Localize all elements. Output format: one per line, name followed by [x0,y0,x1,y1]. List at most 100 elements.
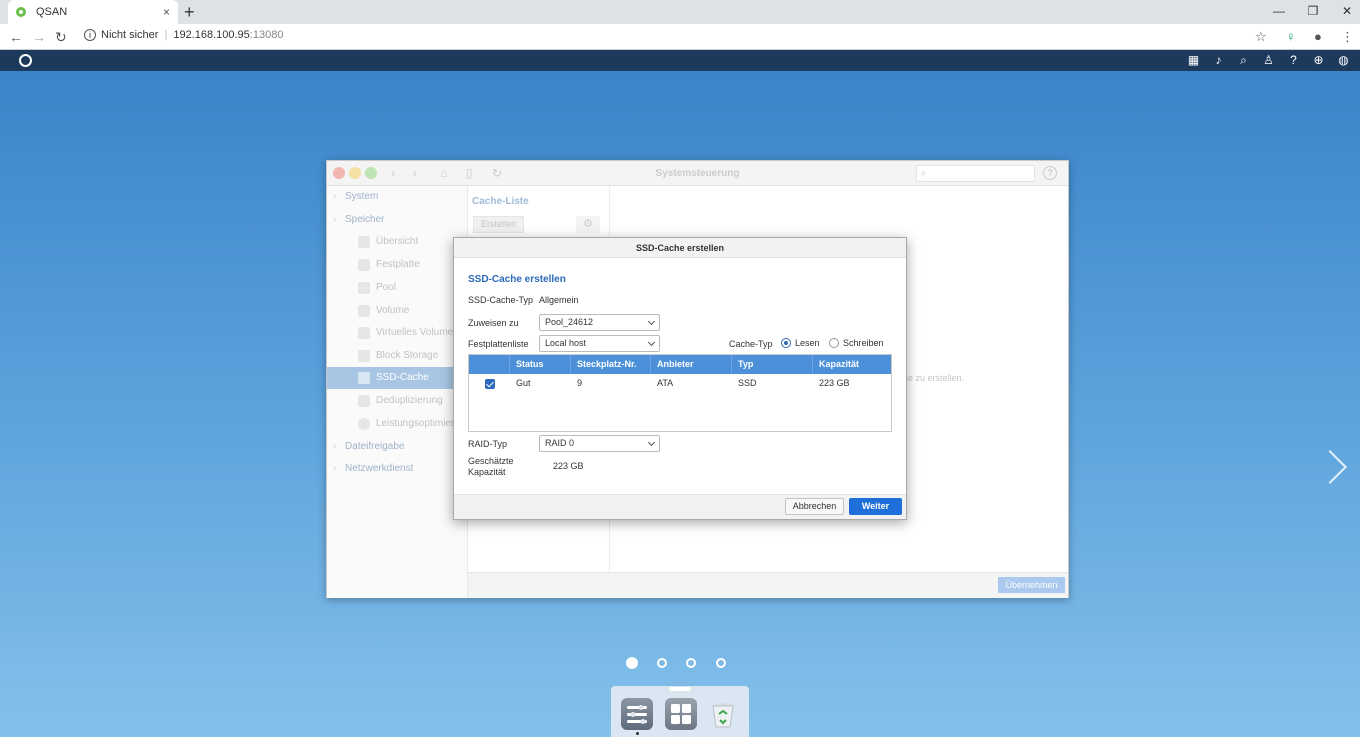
cache-list-title: Cache-Liste [472,196,529,207]
disk-list-label: Festplattenliste [468,339,529,349]
apps-launcher-icon[interactable] [665,698,697,730]
bookmark-star-icon[interactable]: ☆ [1255,28,1267,46]
desktop-page-indicator [0,657,1360,670]
page-dot-2[interactable] [657,658,667,668]
control-panel-titlebar: ‹ › ⌂ ▯ ↻ Systemsteuerung ⌕ ? [327,161,1068,186]
page-dot-4[interactable] [716,658,726,668]
reload-icon[interactable]: ↻ [55,28,67,46]
security-label: Nicht sicher [101,29,159,41]
cell-capacity: 223 GB [819,378,850,388]
cache-mode-write-radio[interactable]: Schreiben [829,338,884,348]
sidebar-item-disk[interactable]: Festplatte [327,254,468,276]
sidebar-item-ssd-cache[interactable]: SSD-Cache [327,367,468,389]
radio-unchecked-icon [829,338,839,348]
cache-mode-read-radio[interactable]: Lesen [781,338,820,348]
help-icon[interactable]: ? [1283,52,1304,69]
assign-pool-select[interactable]: Pool_24612 [539,314,660,331]
dialog-heading: SSD-Cache erstellen [468,274,566,285]
volume-icon [358,305,370,317]
disk-list-value: Local host [545,338,587,348]
cancel-button[interactable]: Abbrechen [785,498,844,515]
control-panel-sidebar: System Speicher Übersicht Festplatte Poo… [327,186,468,598]
cell-status: Gut [516,378,531,388]
menu-icon[interactable]: ⋮ [1341,28,1354,46]
sidebar-item-block-storage[interactable]: Block Storage [327,345,468,367]
user-icon[interactable]: ♙ [1258,52,1279,69]
url-host: 192.168.100.95 [173,29,250,41]
running-indicator [636,732,639,735]
extension-key-icon[interactable]: ♀ [1286,28,1296,46]
new-tab-icon[interactable]: + [184,2,195,22]
estimated-capacity-value: 223 GB [553,461,584,471]
notification-bell-icon[interactable]: ♪ [1208,52,1229,69]
deduplication-icon [358,395,370,407]
sidebar-item-label: Übersicht [376,236,419,247]
pool-icon [358,282,370,294]
virtual-volume-icon [358,327,370,339]
sidebar-item-virtual-volume[interactable]: Virtuelles Volume [327,322,468,344]
column-capacity: Kapazität [812,355,891,374]
dock-handle[interactable] [669,687,691,691]
window-close-icon[interactable]: ✕ [1330,0,1360,24]
apps-grid-icon[interactable]: ▦ [1183,52,1204,69]
sidebar-item-pool[interactable]: Pool [327,277,468,299]
column-vendor: Anbieter [650,355,731,374]
control-panel-search-input[interactable]: ⌕ [916,165,1035,182]
write-label: Schreiben [843,338,884,348]
table-row[interactable]: Gut 9 ATA SSD 223 GB [469,374,891,393]
raid-type-label: RAID-Typ [468,439,508,449]
sidebar-item-label: Deduplizierung [376,395,443,406]
system-info-icon[interactable]: ◍ [1333,52,1354,69]
sidebar-item-volume[interactable]: Volume [327,300,468,322]
sidebar-item-file-sharing[interactable]: Dateifreigabe [327,436,468,458]
chevron-down-icon [647,317,656,326]
raid-type-select[interactable]: RAID 0 [539,435,660,452]
url-separator: | [164,29,168,41]
control-panel-app-icon[interactable] [621,698,653,730]
assign-label: Zuweisen zu [468,318,519,328]
gear-icon[interactable]: ⚙ [576,216,600,233]
minimize-icon[interactable]: — [1262,0,1296,24]
browser-tab-bar: QSAN × + — ❐ ✕ [0,0,1360,24]
sidebar-item-deduplication[interactable]: Deduplizierung [327,390,468,412]
page-dot-3[interactable] [686,658,696,668]
dialog-title: SSD-Cache erstellen [454,238,906,258]
next-page-arrow-icon[interactable] [1313,450,1347,484]
url-field[interactable]: i Nicht sicher | 192.168.100.95 :13080 [84,29,283,41]
address-bar: ← → ↻ i Nicht sicher | 192.168.100.95 :1… [0,24,1360,50]
row-checkbox[interactable] [485,379,495,389]
apply-button[interactable]: Übernehmen [998,577,1065,593]
column-slot: Steckplatz-Nr. [570,355,650,374]
tab-close-icon[interactable]: × [163,5,170,19]
disk-table-header: Status Steckplatz-Nr. Anbieter Typ Kapaz… [469,355,891,374]
disk-list-select[interactable]: Local host [539,335,660,352]
top-bar-icons: ▦ ♪ ⌕ ♙ ? ⊕ ◍ [1183,52,1354,69]
browser-tab[interactable]: QSAN × [8,0,178,24]
window-controls: — ❐ ✕ [1262,0,1360,24]
sidebar-item-label: Festplatte [376,259,420,270]
info-icon[interactable]: i [84,29,96,41]
sidebar-item-network[interactable]: Netzwerkdienst [327,458,468,480]
page-dot-1[interactable] [626,657,638,669]
create-cache-button[interactable]: Erstellen [473,216,524,233]
language-globe-icon[interactable]: ⊕ [1308,52,1329,69]
sidebar-item-performance[interactable]: Leistungsoptimierung [327,413,468,435]
qsan-favicon-icon [16,7,26,17]
next-button[interactable]: Weiter [849,498,902,515]
restore-icon[interactable]: ❐ [1296,0,1330,24]
sidebar-item-storage[interactable]: Speicher [327,209,468,231]
qsan-logo-icon[interactable] [19,54,32,67]
estimated-capacity-label-line2: Kapazität [468,467,506,477]
cell-type: SSD [738,378,757,388]
chevron-down-icon [647,338,656,347]
column-type: Typ [731,355,812,374]
recycle-bin-icon[interactable] [707,698,739,730]
back-icon[interactable]: ← [9,28,23,46]
profile-icon[interactable]: ● [1314,28,1322,46]
search-icon[interactable]: ⌕ [1233,52,1254,69]
control-panel-help-icon[interactable]: ? [1043,166,1057,180]
sidebar-item-overview[interactable]: Übersicht [327,231,468,253]
performance-icon [358,418,370,430]
sidebar-item-system[interactable]: System [327,186,468,208]
forward-icon[interactable]: → [32,28,46,46]
